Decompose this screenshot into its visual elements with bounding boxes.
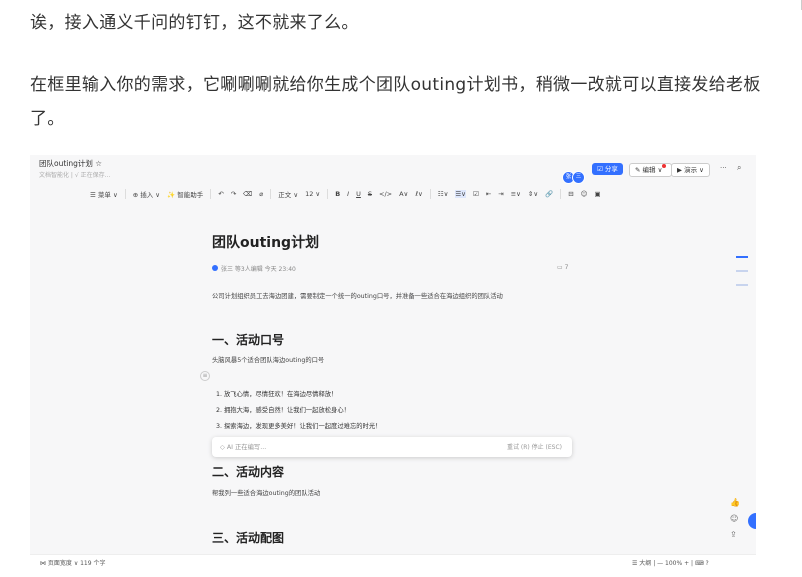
status-bar: ⋈ 页面宽度 ∨ 119 个字 ☰ 大纲 | — 100% + | ⌨ ? [30, 554, 756, 569]
divider [429, 189, 431, 199]
toolbar-menu[interactable]: ☰ 菜单 ∨ [90, 189, 118, 199]
section-prompt[interactable]: 帮我列一些适合海边outing的团队活动 [212, 488, 320, 497]
list-item[interactable]: 1. 放飞心情，尽情狂欢！在海边尽情释放！ [216, 389, 337, 398]
divider [124, 189, 126, 199]
ai-actions[interactable]: 重试 (R) 停止 (ESC) [507, 442, 562, 451]
comment-count[interactable]: ▭ 7 [557, 264, 568, 271]
indent-icon[interactable]: ⇥ [498, 190, 503, 198]
share-button[interactable]: ☑ 分享 [592, 163, 623, 175]
search-icon[interactable]: ⌕ [737, 163, 741, 173]
bullet-list-icon[interactable]: ☰∨ [455, 190, 466, 198]
edit-mode-button[interactable]: ✎ 编辑 ∨ [629, 163, 673, 177]
ai-writing-panel: ◇ AI 正在编写... 重试 (R) 停止 (ESC) [212, 437, 572, 457]
thumbs-up-icon[interactable]: 👍 [730, 498, 740, 507]
ordered-list-icon[interactable]: ☷∨ [438, 190, 449, 198]
divider [210, 189, 212, 199]
doc-intro[interactable]: 公司计划组织员工去海边团建，需要制定一个统一的outing口号，并准备一些适合在… [212, 291, 503, 300]
section-prompt[interactable]: 头脑风暴5个适合团队海边outing的口号 [212, 355, 324, 364]
format-painter-icon[interactable]: ⌫ [243, 190, 252, 198]
divider [327, 189, 329, 199]
ai-status: ◇ AI 正在编写... [220, 444, 267, 451]
toolbar-insert[interactable]: ⊕ 插入 ∨ [133, 189, 160, 199]
outline-marker[interactable] [736, 270, 748, 272]
paragraph-style-select[interactable]: 正文 ∨ [278, 189, 298, 199]
share-icon[interactable]: ⇪ [730, 530, 737, 539]
section-heading-content[interactable]: 二、活动内容 [212, 463, 284, 480]
section-heading-images[interactable]: 三、活动配图 [212, 529, 284, 546]
image-icon[interactable]: ▣ [594, 190, 600, 198]
emoji-icon[interactable]: ☺ [581, 190, 588, 198]
divider [560, 189, 562, 199]
block-handle-icon[interactable]: ≡ [200, 371, 210, 381]
undo-icon[interactable]: ↶ [218, 190, 223, 198]
doc-meta: 张三 等3人编辑 今天 23:40 [212, 264, 296, 273]
dingtalk-doc-screenshot: 团队outing计划 ☆ 文档智能化 | √ 正在保存... 张三 ☑ 分享 ✎… [30, 155, 756, 569]
highlight-icon[interactable]: ℓ∨ [415, 190, 422, 198]
list-item[interactable]: 3. 探索海边，发现更多美好！让我们一起度过难忘的时光！ [216, 421, 381, 430]
notification-dot [662, 164, 667, 168]
doc-heading[interactable]: 团队outing计划 [212, 232, 319, 252]
outline-zoom-controls[interactable]: ☰ 大纲 | — 100% + | ⌨ ? [632, 558, 709, 567]
font-size-select[interactable]: 12 ∨ [305, 190, 320, 198]
format-toolbar: ☰ 菜单 ∨ ⊕ 插入 ∨ ✨ 智能助手 ↶ ↷ ⌫ ⌀ 正文 ∨ 12 ∨ B… [90, 187, 601, 201]
assistant-fab-icon[interactable] [748, 513, 756, 529]
italic-icon[interactable]: I [347, 190, 349, 198]
more-button[interactable]: ··· [720, 164, 727, 172]
strikethrough-icon[interactable]: S [368, 190, 372, 198]
present-button[interactable]: ▶ 演示 ∨ [671, 163, 710, 177]
doc-save-status: 文档智能化 | √ 正在保存... [39, 172, 111, 179]
section-heading-slogan[interactable]: 一、活动口号 [212, 331, 284, 348]
link-icon[interactable]: 🔗 [545, 190, 553, 198]
redo-icon[interactable]: ↷ [231, 190, 236, 198]
font-color-icon[interactable]: A∨ [399, 190, 408, 198]
list-item[interactable]: 2. 拥抱大海，感受自然！让我们一起放松身心！ [216, 405, 350, 414]
outline-marker[interactable] [736, 284, 748, 286]
divider [270, 189, 272, 199]
outdent-icon[interactable]: ⇤ [486, 190, 491, 198]
bold-icon[interactable]: B [335, 190, 340, 198]
doc-meta-text: 张三 等3人编辑 今天 23:40 [221, 266, 296, 273]
edit-label: ✎ 编辑 ∨ [635, 166, 663, 174]
page-width-word-count[interactable]: ⋈ 页面宽度 ∨ 119 个字 [40, 558, 105, 567]
underline-icon[interactable]: U [356, 190, 361, 198]
toolbar-smart-assistant[interactable]: ✨ 智能助手 [167, 189, 203, 199]
align-icon[interactable]: ≡∨ [511, 190, 521, 198]
table-icon[interactable]: ⊟ [568, 190, 573, 198]
checklist-icon[interactable]: ☑ [473, 190, 479, 198]
avatar[interactable]: 三 [572, 171, 585, 184]
avatar [212, 265, 218, 271]
article-paragraph-2: 在框里输入你的需求，它唰唰唰就给你生成个团队outing计划书，稍微一改就可以直… [30, 75, 761, 129]
outline-marker[interactable] [736, 256, 748, 258]
comment-icon[interactable]: ☺ [730, 514, 738, 523]
article-paragraph-1: 诶，接入通义千问的钉钉，这不就来了么。 [30, 13, 359, 33]
collaborator-avatars[interactable]: 张三 [562, 163, 585, 184]
doc-title[interactable]: 团队outing计划 ☆ [39, 158, 102, 169]
code-icon[interactable]: </> [379, 190, 392, 198]
line-spacing-icon[interactable]: ⇕∨ [528, 190, 538, 198]
clear-format-icon[interactable]: ⌀ [259, 190, 263, 198]
